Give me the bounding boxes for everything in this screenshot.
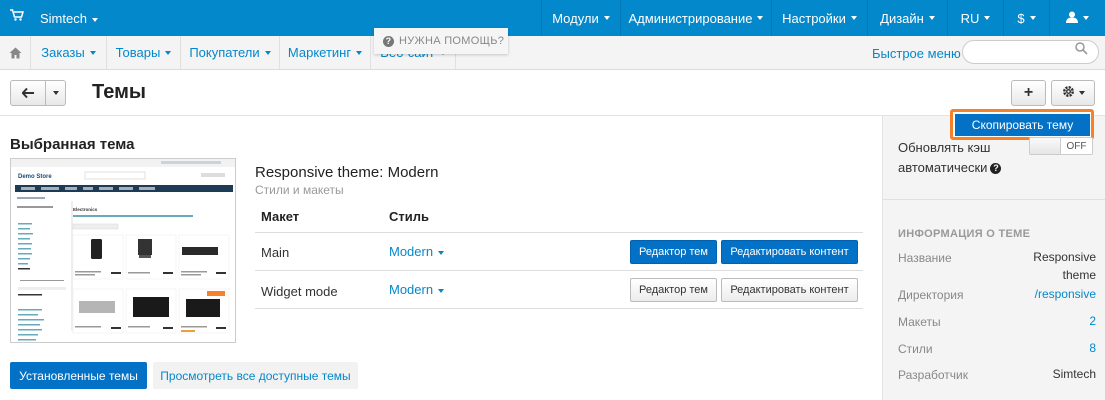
back-button-group xyxy=(10,80,66,106)
chevron-down-icon xyxy=(52,91,59,95)
theme-editor-button[interactable]: Редактор тем xyxy=(630,278,717,302)
table-header-style: Стиль xyxy=(389,209,429,224)
sidebar-divider xyxy=(882,199,1105,200)
cart-icon[interactable] xyxy=(10,9,25,24)
theme-subtitle: Стили и макеты xyxy=(255,183,344,197)
back-button[interactable] xyxy=(11,81,47,105)
theme-name: Responsive theme: Modern xyxy=(255,164,439,181)
copy-theme-button[interactable]: Скопировать тему xyxy=(955,114,1090,136)
theme-editor-button[interactable]: Редактор тем xyxy=(630,240,717,264)
question-icon[interactable]: ? xyxy=(990,163,1002,175)
quick-menu-link[interactable]: Быстрое меню xyxy=(872,46,961,61)
user-icon xyxy=(1066,11,1078,26)
table-divider xyxy=(255,232,863,233)
info-value-name: Responsive theme xyxy=(1033,250,1096,282)
plus-icon: + xyxy=(1023,84,1034,101)
layout-name: Main xyxy=(261,245,290,260)
menu-language[interactable]: RU xyxy=(947,0,1003,36)
secondary-nav-bar: Заказы Товары Покупатели Маркетинг Веб-с… xyxy=(0,36,1105,70)
nav-products[interactable]: Товары xyxy=(107,36,181,69)
menu-user[interactable] xyxy=(1049,0,1105,36)
cache-auto-update-toggle[interactable]: OFF xyxy=(1029,137,1093,155)
edit-content-button[interactable]: Редактировать контент xyxy=(721,278,858,302)
theme-preview-thumbnail[interactable]: Demo Store Electronics xyxy=(10,158,236,343)
info-value-directory[interactable]: /responsive xyxy=(1035,285,1096,303)
info-key-styles: Стили xyxy=(898,342,933,356)
info-value-developer: Simtech xyxy=(1052,367,1096,381)
theme-info-heading: ИНФОРМАЦИЯ О ТЕМЕ xyxy=(898,228,1031,240)
style-dropdown[interactable]: Modern xyxy=(389,282,445,297)
menu-currency[interactable]: $ xyxy=(1003,0,1049,36)
history-dropdown-toggle[interactable] xyxy=(46,81,65,105)
edit-content-button[interactable]: Редактировать контент xyxy=(721,240,858,264)
toggle-state-label: OFF xyxy=(1066,140,1087,152)
toggle-knob xyxy=(1030,138,1061,154)
home-icon[interactable] xyxy=(0,36,31,69)
table-header-layout: Макет xyxy=(261,209,300,224)
info-key-layouts: Макеты xyxy=(898,315,941,329)
gear-icon xyxy=(1062,85,1075,101)
menu-settings[interactable]: Настройки xyxy=(771,0,867,36)
cache-auto-update-label: Обновлять кэш автоматически? xyxy=(898,138,1018,178)
menu-modules[interactable]: Модули xyxy=(541,0,620,36)
nav-orders[interactable]: Заказы xyxy=(31,36,107,69)
question-icon: ? xyxy=(383,35,394,47)
info-key-name: Название xyxy=(898,251,952,265)
settings-dropdown-button[interactable] xyxy=(1051,80,1095,106)
layout-name: Widget mode xyxy=(261,284,338,299)
top-bar: Simtech Модули Администрирование Настрой… xyxy=(0,0,1105,36)
menu-design[interactable]: Дизайн xyxy=(867,0,947,36)
nav-marketing[interactable]: Маркетинг xyxy=(280,36,371,69)
installed-themes-button[interactable]: Установленные темы xyxy=(10,362,147,389)
info-key-directory: Директория xyxy=(898,288,964,302)
arrow-left-icon xyxy=(21,86,35,101)
store-brand-menu[interactable]: Simtech xyxy=(40,11,98,26)
menu-administration[interactable]: Администрирование xyxy=(620,0,771,36)
style-dropdown[interactable]: Modern xyxy=(389,244,445,259)
page-title: Темы xyxy=(92,81,146,103)
table-divider xyxy=(255,270,863,271)
nav-customers[interactable]: Покупатели xyxy=(181,36,280,69)
info-key-developer: Разработчик xyxy=(898,368,968,382)
browse-all-themes-button[interactable]: Просмотреть все доступные темы xyxy=(153,362,358,389)
info-value-layouts[interactable]: 2 xyxy=(1089,312,1096,330)
help-button[interactable]: ? НУЖНА ПОМОЩЬ? xyxy=(374,28,508,54)
search-icon[interactable] xyxy=(1075,42,1088,58)
add-theme-button[interactable]: + xyxy=(1011,80,1046,106)
table-divider xyxy=(255,308,863,309)
preview-logo: Demo Store xyxy=(18,174,52,180)
page-toolbar: Темы xyxy=(0,70,1105,116)
preview-category: Electronics xyxy=(73,207,98,212)
section-title: Выбранная тема xyxy=(10,136,135,153)
info-value-styles[interactable]: 8 xyxy=(1089,339,1096,357)
